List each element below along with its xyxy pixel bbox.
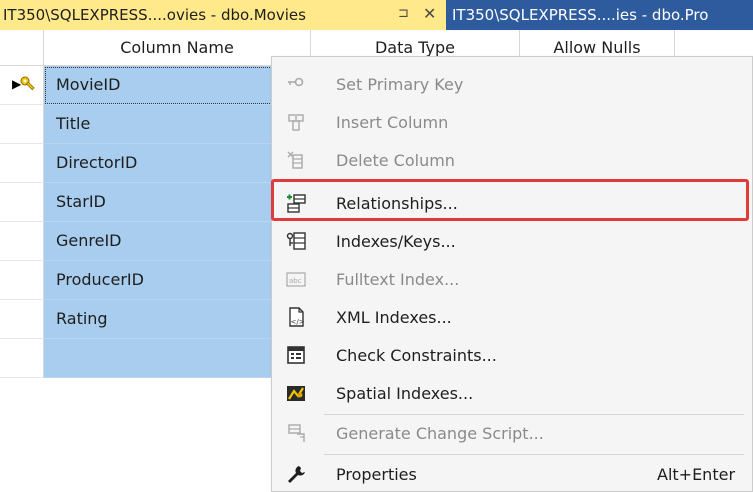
table-row[interactable]: GenreID [0, 222, 311, 261]
pin-icon[interactable]: ⊐ [398, 6, 409, 21]
menu-item-label: Spatial Indexes... [336, 383, 474, 403]
menu-item-label: Insert Column [336, 112, 449, 132]
tab-other-label: IT350\SQLEXPRESS....ies - dbo.Pro [452, 6, 709, 24]
menu-item-insert-column[interactable]: Insert Column [272, 103, 753, 141]
fulltext-index-icon: abc [284, 267, 308, 291]
table-row[interactable] [0, 339, 311, 378]
menu-item-xml-indexes[interactable]: </> XML Indexes... [272, 298, 753, 336]
menu-item-label: XML Indexes... [336, 307, 452, 327]
svg-text:abc: abc [289, 277, 302, 285]
table-row[interactable]: StarID [0, 183, 311, 222]
tab-movies-label: IT350\SQLEXPRESS....ovies - dbo.Movies [3, 6, 306, 24]
primary-key-icon [20, 76, 35, 91]
menu-item-label: Generate Change Script... [336, 423, 544, 443]
spatial-indexes-icon [284, 381, 308, 405]
row-selector[interactable]: ▶ [0, 66, 44, 105]
menu-item-label: Fulltext Index... [336, 269, 460, 289]
table-row[interactable]: ProducerID [0, 261, 311, 300]
highlight-box [271, 179, 749, 221]
menu-item-spatial-indexes[interactable]: Spatial Indexes... [272, 374, 753, 412]
table-row[interactable]: Rating [0, 300, 311, 339]
close-icon[interactable]: ✕ [423, 4, 436, 23]
document-tab-strip: IT350\SQLEXPRESS....ovies - dbo.Movies ⊐… [0, 0, 753, 30]
tab-other-table[interactable]: IT350\SQLEXPRESS....ies - dbo.Pro [446, 0, 753, 30]
menu-item-properties[interactable]: Properties Alt+Enter [272, 455, 753, 492]
menu-item-delete-column[interactable]: Delete Column [272, 141, 753, 179]
menu-item-label: Indexes/Keys... [336, 231, 456, 251]
delete-column-icon [284, 148, 308, 172]
xml-indexes-icon: </> [284, 305, 308, 329]
table-row[interactable]: ▶ MovieID [0, 66, 311, 105]
menu-item-fulltext-index[interactable]: abc Fulltext Index... [272, 260, 753, 298]
menu-item-indexes-keys[interactable]: Indexes/Keys... [272, 222, 753, 260]
context-menu: Set Primary Key Insert Column Delete Col… [271, 56, 753, 492]
indexes-keys-icon [284, 229, 308, 253]
insert-column-icon [284, 110, 308, 134]
check-constraints-icon [284, 343, 308, 367]
menu-item-label: Check Constraints... [336, 345, 497, 365]
primary-key-icon [284, 72, 308, 96]
row-selector[interactable] [0, 300, 44, 339]
row-selector[interactable] [0, 183, 44, 222]
row-selector[interactable] [0, 144, 44, 183]
menu-item-label: Properties [336, 464, 417, 484]
table-row[interactable]: Title [0, 105, 311, 144]
table-row[interactable]: DirectorID [0, 144, 311, 183]
svg-text:</>: </> [291, 318, 305, 326]
row-selector[interactable] [0, 261, 44, 300]
menu-item-set-primary-key[interactable]: Set Primary Key [272, 65, 753, 103]
menu-item-generate-change-script[interactable]: Generate Change Script... [272, 414, 753, 452]
menu-item-label: Set Primary Key [336, 74, 464, 94]
wrench-icon [284, 462, 308, 486]
shortcut-label: Alt+Enter [657, 464, 736, 484]
menu-item-label: Delete Column [336, 150, 455, 170]
row-selector[interactable] [0, 339, 44, 378]
tab-movies-table[interactable]: IT350\SQLEXPRESS....ovies - dbo.Movies ⊐… [0, 0, 446, 30]
row-selector[interactable] [0, 105, 44, 144]
generate-script-icon [284, 421, 308, 445]
row-selector[interactable] [0, 222, 44, 261]
menu-item-check-constraints[interactable]: Check Constraints... [272, 336, 753, 374]
row-selector-header [0, 30, 44, 66]
